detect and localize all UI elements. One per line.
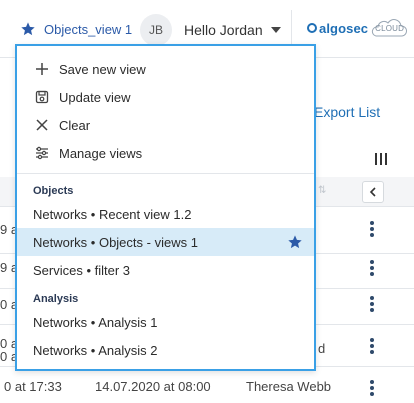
cell-fragment: d — [318, 341, 326, 356]
row-menu-icon[interactable] — [364, 219, 380, 239]
cell-created: 0 at 17:33 — [4, 379, 62, 394]
row-menu-icon[interactable] — [364, 378, 380, 398]
export-list-link[interactable]: Export List — [314, 104, 380, 120]
columns-icon[interactable] — [374, 152, 388, 166]
avatar[interactable]: JB — [140, 14, 172, 46]
section-title-analysis: Analysis — [33, 293, 79, 305]
current-view-label: Objects_view 1 — [44, 21, 133, 37]
divider — [291, 10, 292, 48]
action-label: Manage views — [59, 145, 143, 161]
view-item-label: Networks • Objects - views 1 — [33, 234, 198, 250]
star-icon[interactable] — [287, 234, 303, 250]
row-menu-icon[interactable] — [364, 336, 380, 356]
user-greeting: Hello Jordan — [184, 22, 263, 38]
view-item[interactable]: Networks • Analysis 1 — [17, 308, 314, 336]
manage-views-button[interactable]: Manage views — [17, 139, 314, 167]
view-selector[interactable]: Objects_view 1 — [20, 18, 132, 40]
collapse-panel-button[interactable] — [362, 181, 384, 203]
view-item[interactable]: Networks • Recent view 1.2 — [17, 200, 314, 228]
row-menu-icon[interactable] — [364, 258, 380, 278]
sliders-icon — [34, 145, 50, 161]
save-icon — [34, 89, 50, 105]
star-icon — [21, 22, 35, 36]
save-new-view-button[interactable]: Save new view — [17, 55, 314, 83]
brand-name: algosec — [319, 20, 369, 36]
brand-suffix: CLOUD — [375, 24, 405, 33]
brand-logo: algosec CLOUD — [307, 18, 408, 38]
view-item-selected[interactable]: Networks • Objects - views 1 — [17, 228, 314, 256]
action-label: Update view — [59, 89, 131, 105]
caret-down-icon — [270, 27, 281, 33]
section-title-objects: Objects — [33, 185, 74, 197]
views-dropdown: Save new view Update view Clear Manage v… — [15, 44, 316, 371]
clear-button[interactable]: Clear — [17, 111, 314, 139]
update-view-button[interactable]: Update view — [17, 83, 314, 111]
plus-icon — [34, 61, 50, 77]
cell-owner: Theresa Webb — [246, 379, 332, 394]
close-icon — [34, 117, 50, 133]
logo-mark-icon — [307, 23, 317, 33]
divider — [17, 173, 314, 174]
row-menu-icon[interactable] — [364, 294, 380, 314]
view-item[interactable]: Networks • Analysis 2 — [17, 336, 314, 364]
action-label: Clear — [59, 117, 91, 133]
cloud-badge: CLOUD — [370, 18, 408, 38]
chevron-left-icon — [369, 187, 376, 197]
cell-modified: 14.07.2020 at 08:00 — [95, 379, 211, 394]
user-menu[interactable]: Hello Jordan — [184, 18, 281, 42]
sort-icon[interactable]: ⇅ — [318, 185, 326, 196]
view-item[interactable]: Services • filter 3 — [17, 256, 314, 284]
action-label: Save new view — [59, 61, 146, 77]
